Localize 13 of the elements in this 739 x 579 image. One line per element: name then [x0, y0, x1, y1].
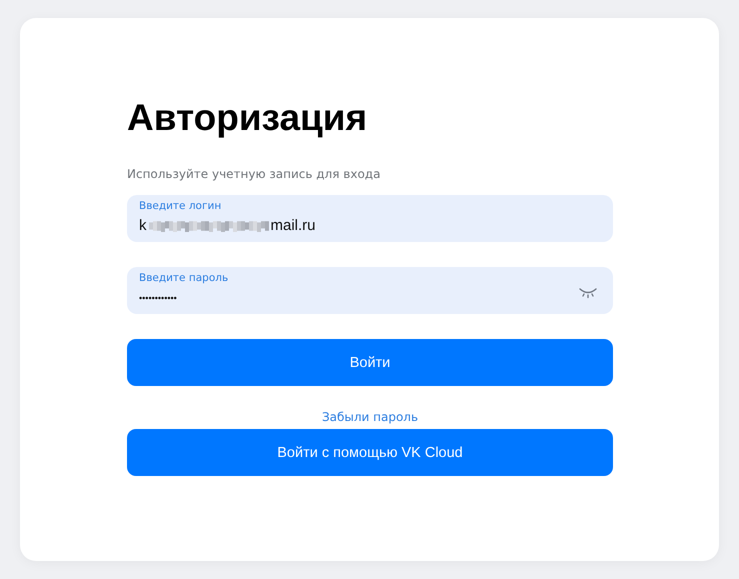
field-value: mail.ru	[270, 216, 316, 236]
field-value: k	[139, 216, 146, 236]
login-field[interactable]: Введите логин k mail.ru	[127, 195, 613, 242]
password-dots: ••••••••••••	[139, 292, 177, 305]
field-label: Введите пароль	[139, 272, 228, 285]
login-button[interactable]: Войти	[127, 339, 613, 386]
field-label: Введите логин	[139, 200, 222, 213]
forgot-password-link[interactable]: Забыли пароль	[322, 410, 418, 425]
page-title: Авторизация	[127, 96, 368, 140]
subtitle: Используйте учетную запись для входа	[127, 167, 382, 181]
password-field[interactable]: Введите пароль ••••••••••••	[127, 267, 613, 314]
closed-eye-icon[interactable]	[579, 287, 597, 299]
vk-cloud-login-button[interactable]: Войти с помощью VK Cloud	[127, 429, 613, 476]
